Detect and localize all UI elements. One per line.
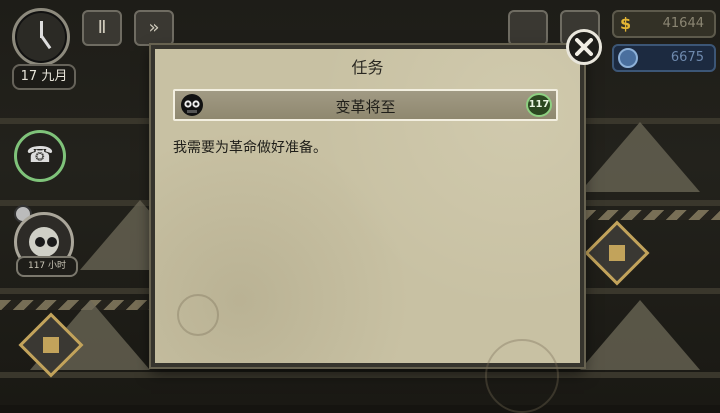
task-description: 我需要为革命做好准备。: [173, 140, 327, 156]
date-label: 17 九月: [12, 64, 76, 90]
close-button[interactable]: [566, 29, 602, 65]
floor-divider: [0, 372, 720, 378]
task-count-badge: 117: [526, 93, 552, 117]
task-header[interactable]: 变革将至 117: [173, 89, 558, 121]
task-dialog: 任务 变革将至 117 我需要为革命做好准备。: [151, 45, 584, 413]
phone-icon[interactable]: ☎: [14, 130, 66, 182]
dialog-title: 任务: [351, 58, 384, 77]
character-eye: [35, 237, 45, 247]
gems-value: 6675: [670, 50, 704, 65]
clock-icon[interactable]: [12, 8, 70, 66]
pause-button[interactable]: Ⅱ: [82, 10, 122, 46]
watermark-emblem: [177, 294, 219, 336]
close-icon: [575, 38, 593, 56]
money-value: 41644: [662, 16, 704, 31]
character-timer: 117 小时: [16, 256, 78, 277]
fast-forward-button[interactable]: »: [134, 10, 174, 46]
build-tool-icon[interactable]: [584, 220, 650, 286]
character-eye: [47, 237, 57, 247]
dollar-icon: $: [620, 14, 632, 33]
gems-counter: 6675: [612, 44, 716, 72]
gem-icon: [618, 48, 638, 68]
shop-bag-icon[interactable]: [508, 10, 548, 46]
money-counter: $ 41644: [612, 10, 716, 38]
hazard-stripe: [585, 210, 720, 220]
roof-shape: [580, 300, 700, 370]
roof-shape: [580, 122, 700, 192]
task-name: 变革将至: [335, 98, 396, 116]
watermark-emblem: [485, 339, 559, 413]
